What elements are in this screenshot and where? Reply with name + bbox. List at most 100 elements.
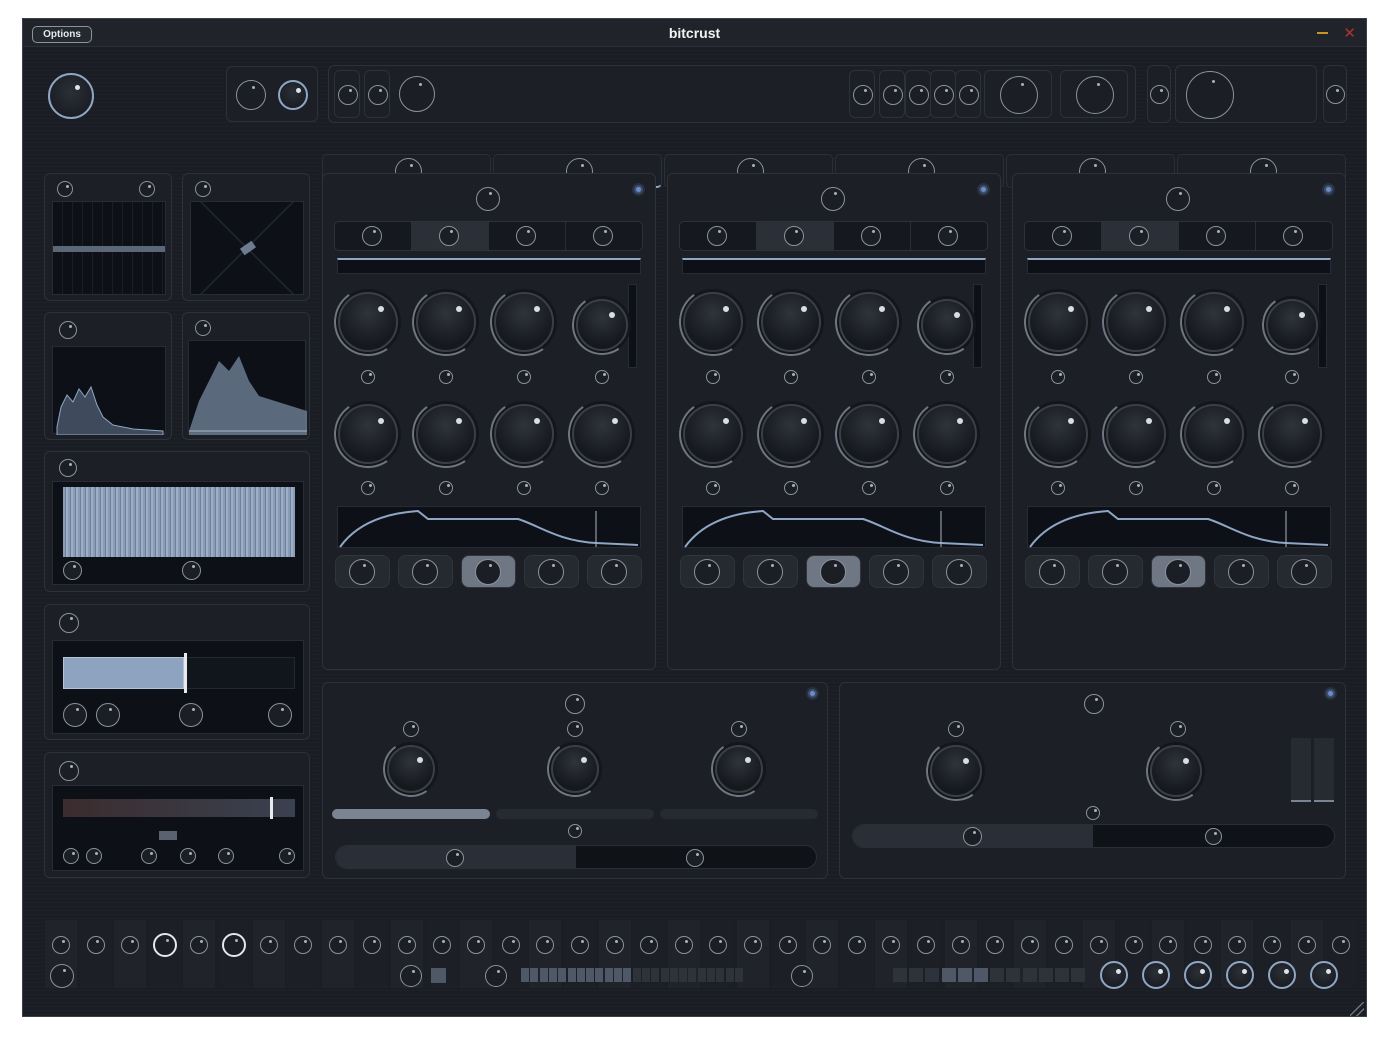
top-knob[interactable] <box>399 76 435 112</box>
step-cell[interactable] <box>614 968 622 982</box>
mod-slider-track[interactable] <box>63 799 295 817</box>
osc-shape-button[interactable] <box>1214 555 1269 588</box>
panel-icon[interactable] <box>139 181 155 197</box>
osc-mod-knob[interactable] <box>1285 370 1299 384</box>
osc-mode-option[interactable] <box>1179 222 1256 250</box>
osc-knob[interactable] <box>1184 404 1244 464</box>
ratio-slider-fill[interactable] <box>63 657 184 689</box>
output-gain-knob[interactable] <box>930 745 982 797</box>
step-cell[interactable] <box>632 968 641 982</box>
ratio-knob[interactable] <box>179 703 203 727</box>
osc-knob[interactable] <box>1028 404 1088 464</box>
osc-shape-button[interactable] <box>1277 555 1332 588</box>
osc-enable-led[interactable] <box>632 183 645 196</box>
osc-mod-knob[interactable] <box>784 481 798 495</box>
osc-knob[interactable] <box>1184 292 1244 352</box>
osc-shape-button[interactable] <box>806 555 861 588</box>
osc-knob[interactable] <box>1262 404 1322 464</box>
osc-knob[interactable] <box>338 292 398 352</box>
macro-knob[interactable] <box>1268 961 1296 989</box>
top-knob[interactable] <box>1186 71 1234 119</box>
output-small-knob[interactable] <box>1086 806 1100 820</box>
osc-shape-button[interactable] <box>587 555 642 588</box>
step-cell[interactable] <box>539 968 548 982</box>
osc-mode-option[interactable] <box>757 222 834 250</box>
noise-knob[interactable] <box>182 561 201 580</box>
sequencer-knob[interactable] <box>400 965 422 987</box>
mod-knob[interactable] <box>1020 936 1039 954</box>
mod-knob[interactable] <box>222 933 246 957</box>
osc-mod-knob[interactable] <box>361 370 375 384</box>
step-cell[interactable] <box>957 968 972 982</box>
panel-icon[interactable] <box>195 181 211 197</box>
step-cell[interactable] <box>1071 968 1086 982</box>
step-cell[interactable] <box>604 968 613 982</box>
mod-knob[interactable] <box>259 936 278 954</box>
panel-icon[interactable] <box>195 320 211 336</box>
top-knob[interactable] <box>1076 76 1114 114</box>
osc-mod-knob[interactable] <box>517 370 531 384</box>
step-cell[interactable] <box>521 968 529 982</box>
sequencer-knob[interactable] <box>791 965 813 987</box>
osc-pitch-knob[interactable] <box>821 187 845 211</box>
top-knob[interactable] <box>368 85 388 105</box>
mod-knob[interactable] <box>398 936 416 954</box>
mod-knob[interactable] <box>218 848 234 864</box>
osc-knob[interactable] <box>839 292 899 352</box>
mod-knob[interactable] <box>432 936 451 954</box>
osc-mod-knob[interactable] <box>595 370 609 384</box>
osc-mode-option[interactable] <box>911 222 987 250</box>
osc-mod-knob[interactable] <box>517 481 531 495</box>
filter-routing-toggle[interactable] <box>335 845 817 869</box>
step-cell[interactable] <box>558 968 567 982</box>
output-small-knob[interactable] <box>948 721 964 737</box>
step-cell[interactable] <box>716 968 725 982</box>
osc-knob[interactable] <box>1106 404 1166 464</box>
top-knob[interactable] <box>338 85 358 105</box>
step-cell[interactable] <box>688 968 697 982</box>
osc-knob[interactable] <box>416 404 476 464</box>
options-button[interactable]: Options <box>32 26 92 43</box>
osc-mode-selector[interactable] <box>1024 221 1333 251</box>
osc-knob[interactable] <box>576 299 628 351</box>
mod-knob[interactable] <box>279 848 295 864</box>
step-cell[interactable] <box>679 968 688 982</box>
osc-mode-selector[interactable] <box>679 221 988 251</box>
mod-knob[interactable] <box>674 936 693 954</box>
osc-mod-knob[interactable] <box>595 481 609 495</box>
step-cell[interactable] <box>623 968 632 982</box>
mod-knob[interactable] <box>501 936 520 954</box>
osc-mod-knob[interactable] <box>1207 370 1221 384</box>
osc-knob[interactable] <box>494 404 554 464</box>
step-cell[interactable] <box>697 968 706 982</box>
osc-knob[interactable] <box>494 292 554 352</box>
osc-enable-led[interactable] <box>977 183 990 196</box>
panel-icon[interactable] <box>59 321 77 339</box>
filter-enable-led[interactable] <box>806 687 819 700</box>
bottom-knob[interactable] <box>50 964 74 988</box>
mod-knob[interactable] <box>328 936 347 954</box>
mod-knob[interactable] <box>152 933 177 957</box>
osc-mod-knob[interactable] <box>1207 481 1221 495</box>
osc-mode-option[interactable] <box>1102 222 1179 250</box>
osc-mode-option[interactable] <box>834 222 911 250</box>
step-cell[interactable] <box>641 968 650 982</box>
osc-knob[interactable] <box>683 404 743 464</box>
osc-knob[interactable] <box>839 404 899 464</box>
ratio-knob[interactable] <box>268 703 292 727</box>
top-knob[interactable] <box>934 85 954 105</box>
step-cell[interactable] <box>595 968 604 982</box>
ratio-knob[interactable] <box>96 703 120 727</box>
osc-shape-button[interactable] <box>461 555 516 588</box>
filter-cutoff-knob[interactable] <box>387 745 435 793</box>
panel-icon[interactable] <box>57 181 73 197</box>
macro-knob[interactable] <box>1226 961 1254 989</box>
osc-mod-knob[interactable] <box>1129 481 1143 495</box>
mod-knob[interactable] <box>917 936 935 954</box>
top-knob[interactable] <box>1326 85 1345 104</box>
step-cell[interactable] <box>707 968 715 982</box>
top-knob[interactable] <box>883 85 903 105</box>
step-cell[interactable] <box>734 968 743 982</box>
osc-mode-option[interactable] <box>489 222 566 250</box>
master-knob[interactable] <box>48 73 94 119</box>
